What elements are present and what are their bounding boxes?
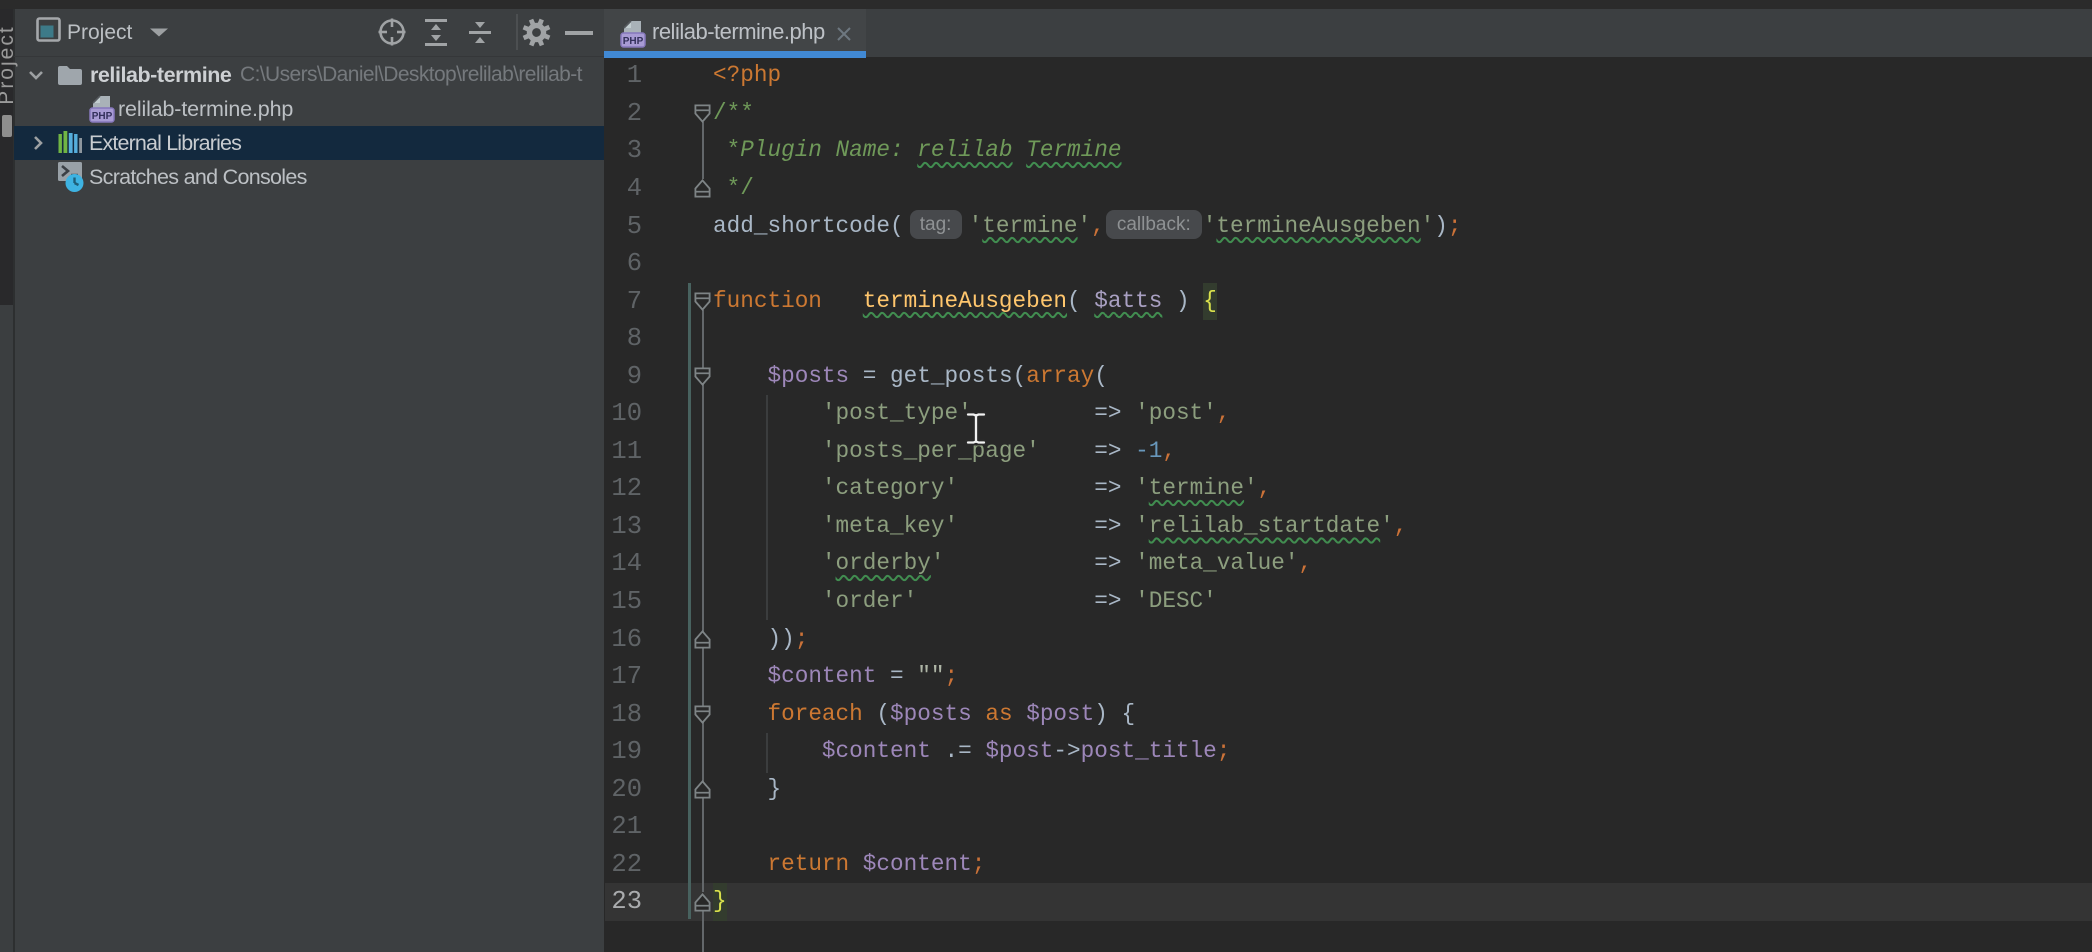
svg-text:PHP: PHP — [92, 111, 113, 122]
svg-text:PHP: PHP — [623, 36, 644, 47]
